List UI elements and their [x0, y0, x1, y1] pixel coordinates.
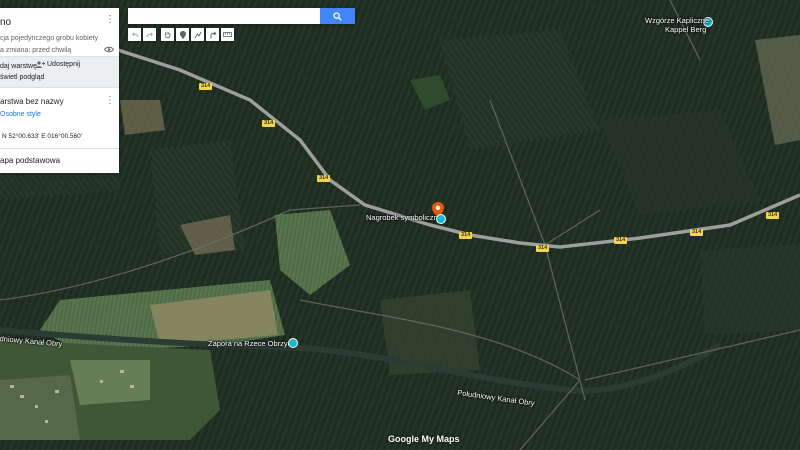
- map-header: no cja pojedynczego grobu kobiety a zmia…: [0, 8, 119, 56]
- place-coordinates[interactable]: N 52°00.633' E 016°00.560': [2, 133, 82, 140]
- layer-name[interactable]: arstwa bez nazwy: [0, 97, 64, 106]
- grave-poi-icon[interactable]: [436, 214, 446, 224]
- share-button[interactable]: Udostępnij: [36, 61, 80, 68]
- road-number-sign: 314: [317, 175, 331, 182]
- redo-icon: [146, 32, 153, 37]
- hand-icon: [164, 31, 171, 38]
- search-input[interactable]: [128, 8, 326, 24]
- marker-icon: [179, 30, 186, 39]
- layer-style-link[interactable]: Osobne style: [0, 111, 41, 118]
- satellite-map[interactable]: [0, 0, 800, 450]
- basemap-label: apa podstawowa: [0, 156, 61, 165]
- map-toolbar: [128, 28, 234, 41]
- road-number-sign: 314: [766, 212, 780, 219]
- add-layer-button[interactable]: daj warstwę: [0, 63, 37, 70]
- chapel-hill-label-1: Wzgórze Kapliczne -: [645, 16, 714, 25]
- grave-label: Nagrobek symboliczny: [366, 213, 442, 222]
- road-number-sign: 314: [199, 83, 213, 90]
- redo-button[interactable]: [143, 28, 156, 41]
- preview-button[interactable]: świetl podgląd: [0, 74, 44, 81]
- road-number-sign: 314: [690, 229, 704, 236]
- add-person-icon: [36, 61, 45, 68]
- share-label: Udostępnij: [47, 61, 81, 68]
- dam-label: Zapora na Rzece Obrzycy: [208, 339, 296, 348]
- search-icon: [333, 11, 342, 21]
- map-options-icon[interactable]: ⋮: [105, 15, 115, 25]
- search-button[interactable]: [320, 8, 355, 24]
- google-my-maps-logo: Google My Maps: [388, 434, 460, 444]
- directions-icon: [210, 31, 217, 38]
- dam-poi-icon[interactable]: [288, 338, 298, 348]
- basemap-item[interactable]: apa podstawowa: [0, 148, 119, 173]
- map-description[interactable]: cja pojedynczego grobu kobiety: [0, 35, 98, 42]
- map-actions-bar: daj warstwę Udostępnij świetl podgląd: [0, 56, 119, 87]
- search-box: [128, 8, 355, 24]
- road-number-sign: 314: [262, 120, 276, 127]
- map-title[interactable]: no: [0, 17, 11, 28]
- undo-icon: [131, 32, 138, 37]
- preview-eye-icon[interactable]: [104, 46, 114, 53]
- layer-item: arstwa bez nazwy ⋮ Osobne style N 52°00.…: [0, 87, 119, 148]
- ruler-icon: [223, 32, 232, 37]
- layer-options-icon[interactable]: ⋮: [105, 96, 115, 106]
- chapel-hill-label-2: Kappel Berg: [665, 25, 707, 34]
- add-marker-button[interactable]: [176, 28, 189, 41]
- directions-button[interactable]: [206, 28, 219, 41]
- map-panel: no cja pojedynczego grobu kobiety a zmia…: [0, 8, 119, 173]
- measure-button[interactable]: [221, 28, 234, 41]
- draw-line-icon: [194, 31, 201, 38]
- road-number-sign: 314: [536, 245, 550, 252]
- undo-button[interactable]: [128, 28, 141, 41]
- draw-line-button[interactable]: [191, 28, 204, 41]
- last-change-text: a zmiana: przed chwilą: [0, 47, 72, 54]
- road-number-sign: 314: [459, 232, 473, 239]
- pan-tool-button[interactable]: [161, 28, 174, 41]
- road-number-sign: 314: [614, 237, 628, 244]
